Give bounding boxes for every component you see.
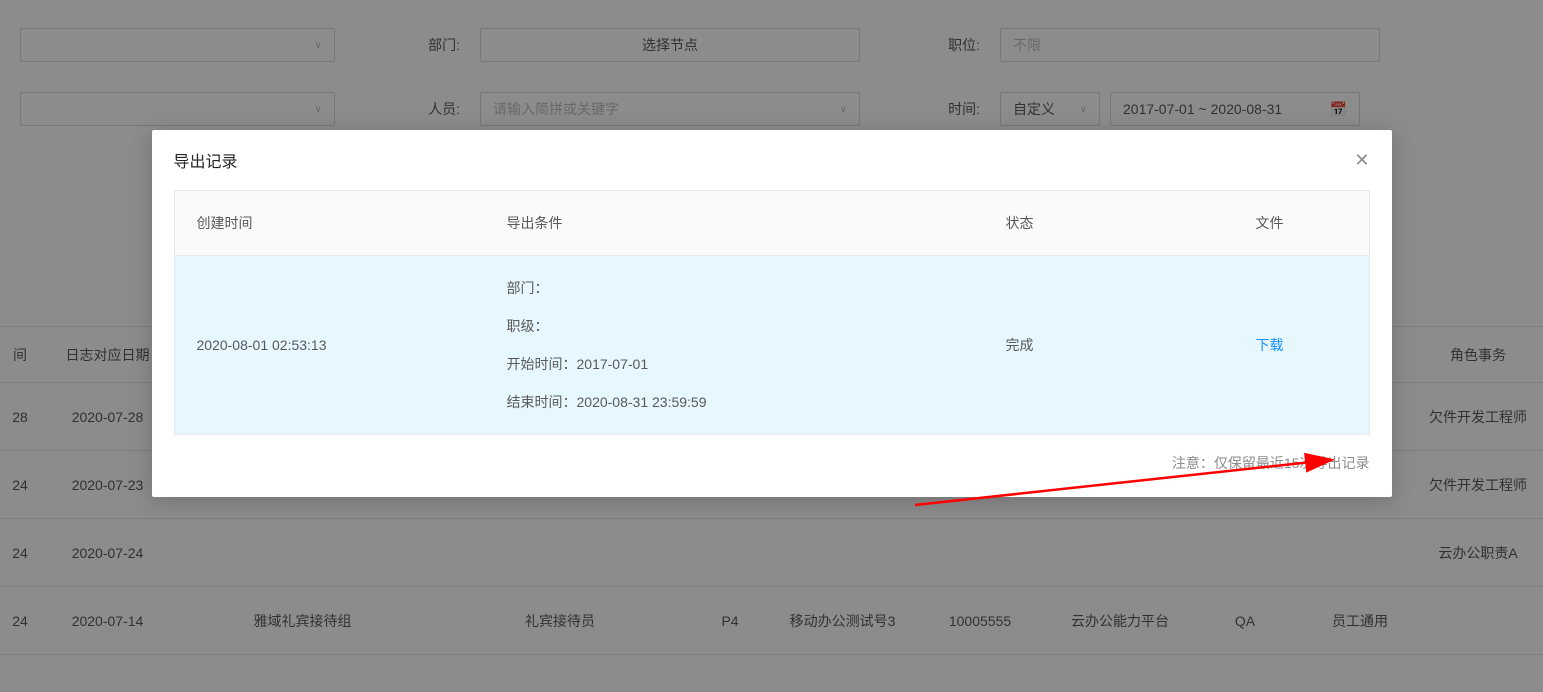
cell-status: 完成 [984, 256, 1234, 434]
modal-footer-note: 注意：仅保留最近15次导出记录 [152, 435, 1392, 483]
export-table-row: 2020-08-01 02:53:13 部门： 职级： 开始时间：2017-07… [175, 256, 1369, 434]
modal-body: 创建时间 导出条件 状态 文件 2020-08-01 02:53:13 部门： … [152, 190, 1392, 435]
cond-end: 结束时间：2020-08-31 23:59:59 [507, 392, 962, 412]
cond-dept: 部门： [507, 278, 962, 298]
col-status: 状态 [984, 191, 1234, 255]
download-link[interactable]: 下载 [1256, 335, 1347, 355]
cond-start: 开始时间：2017-07-01 [507, 354, 962, 374]
modal-title: 导出记录 [174, 148, 238, 172]
export-history-modal: 导出记录 ✕ 创建时间 导出条件 状态 文件 2020-08-01 02:53:… [152, 130, 1392, 497]
close-icon[interactable]: ✕ [1354, 151, 1369, 169]
modal-header: 导出记录 ✕ [152, 130, 1392, 190]
export-table: 创建时间 导出条件 状态 文件 2020-08-01 02:53:13 部门： … [174, 190, 1370, 435]
cond-level: 职级： [507, 316, 962, 336]
cell-create-time: 2020-08-01 02:53:13 [175, 256, 485, 434]
modal-overlay: 导出记录 ✕ 创建时间 导出条件 状态 文件 2020-08-01 02:53:… [0, 0, 1543, 692]
cell-conditions: 部门： 职级： 开始时间：2017-07-01 结束时间：2020-08-31 … [485, 256, 984, 434]
cell-file: 下载 [1234, 256, 1369, 434]
col-create-time: 创建时间 [175, 191, 485, 255]
export-table-header: 创建时间 导出条件 状态 文件 [175, 191, 1369, 256]
col-conditions: 导出条件 [485, 191, 984, 255]
col-file: 文件 [1234, 191, 1369, 255]
